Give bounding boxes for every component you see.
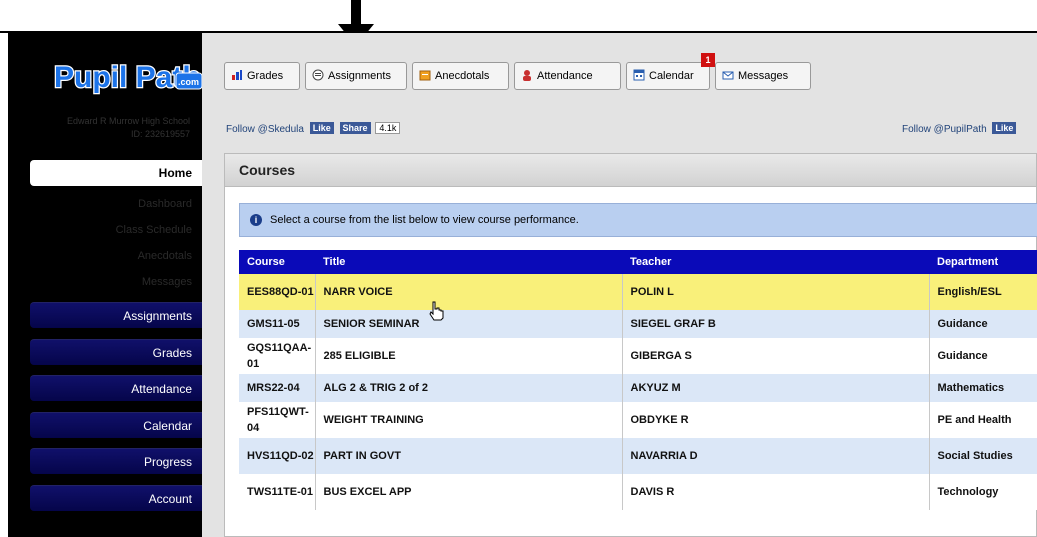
sidebar-dashboard[interactable]: Dashboard [138,198,192,210]
col-teacher[interactable]: Teacher [622,250,929,274]
course-title: SENIOR SEMINAR [315,310,623,338]
info-text: Select a course from the list below to v… [270,214,579,226]
course-code: TWS11TE-01 [239,474,316,510]
sidebar-anecdotals[interactable]: Anecdotals [138,250,192,262]
courses-table: Course Title Teacher Department EES88QD-… [239,250,1037,510]
course-teacher: GIBERGA S [622,338,930,374]
course-teacher: AKYUZ M [622,374,930,402]
sidebar-grades-button[interactable]: Grades [30,339,202,365]
table-row[interactable]: TWS11TE-01 BUS EXCEL APP DAVIS R Technol… [239,474,1037,510]
main-panel: Grades Assignments Anecdotals Attendance… [202,33,1037,537]
course-title: WEIGHT TRAINING [315,402,623,438]
tab-anecdotals-label: Anecdotals [435,70,490,82]
tab-calendar-label: Calendar [649,70,694,82]
course-code: MRS22-04 [239,374,316,402]
course-title: BUS EXCEL APP [315,474,623,510]
sidebar-account-button[interactable]: Account [30,485,202,511]
course-teacher: NAVARRIA D [622,438,930,474]
course-teacher: SIEGEL GRAF B [622,310,930,338]
sidebar-class-schedule[interactable]: Class Schedule [116,224,192,236]
course-code: EES88QD-01 [239,274,316,310]
course-code: HVS11QD-02 [239,438,316,474]
bar-chart-icon [232,70,242,80]
course-title: PART IN GOVT [315,438,623,474]
info-icon: i [250,214,262,226]
share-count: 4.1k [375,122,401,134]
table-row[interactable]: MRS22-04 ALG 2 & TRIG 2 of 2 AKYUZ M Mat… [239,374,1037,402]
col-title[interactable]: Title [315,250,622,274]
sidebar-messages[interactable]: Messages [142,276,192,288]
school-name: Edward R Murrow High School [66,116,190,126]
courses-title: Courses [225,154,1036,187]
table-row[interactable]: GQS11QAA-01 285 ELIGIBLE GIBERGA S Guida… [239,338,1037,374]
messages-badge: 1 [701,53,715,67]
course-code: GMS11-05 [239,310,316,338]
course-department: Social Studies [929,438,1037,474]
course-title: ALG 2 & TRIG 2 of 2 [315,374,623,402]
facebook-like-button-right[interactable]: Like [992,122,1017,134]
logo-suffix: .com [178,77,199,87]
note-icon [419,70,431,81]
envelope-icon [722,71,734,80]
info-banner: i Select a course from the list below to… [239,203,1037,237]
course-department: Mathematics [929,374,1037,402]
tab-attendance-label: Attendance [537,70,593,82]
social-left: Follow @Skedula Like Share 4.1k [226,122,401,135]
sidebar: Pupil Path .com Edward R Murrow High Sch… [8,33,204,537]
hand-cursor-icon [429,301,444,321]
course-department: Guidance [929,310,1037,338]
like-label-right: Like [995,123,1014,133]
table-row[interactable]: HVS11QD-02 PART IN GOVT NAVARRIA D Socia… [239,438,1037,474]
tab-attendance[interactable]: Attendance [514,62,621,90]
like-label: Like [312,123,331,133]
course-department: PE and Health [929,402,1037,438]
courses-panel: Courses i Select a course from the list … [224,153,1037,537]
facebook-share-button[interactable]: Share [339,122,371,134]
follow-pupilpath-link[interactable]: Follow @PupilPath [902,124,987,135]
school-info: Edward R Murrow High School ID: 23261955… [67,115,190,141]
table-row[interactable]: GMS11-05 SENIOR SEMINAR SIEGEL GRAF B Gu… [239,310,1037,338]
sidebar-assignments-button[interactable]: Assignments [30,302,202,328]
tab-messages-label: Messages [738,70,789,82]
sidebar-home[interactable]: Home [30,160,202,186]
sidebar-calendar-button[interactable]: Calendar [30,412,202,438]
assignment-icon [312,69,324,81]
course-title: NARR VOICE [315,274,623,310]
col-course[interactable]: Course [239,250,315,274]
follow-skedula-link[interactable]: Follow @Skedula [226,124,304,135]
sidebar-progress-button[interactable]: Progress [30,448,202,474]
course-code: GQS11QAA-01 [239,338,316,374]
course-teacher: POLIN L [622,274,930,310]
person-icon [523,70,531,81]
course-department: Technology [929,474,1037,510]
pupilpath-logo[interactable]: Pupil Path .com [52,55,204,97]
course-department: English/ESL [929,274,1037,310]
course-code: PFS11QWT-04 [239,402,316,438]
facebook-like-button[interactable]: Like [309,122,334,134]
course-title: 285 ELIGIBLE [315,338,623,374]
tab-calendar[interactable]: Calendar [626,62,710,90]
tab-assignments[interactable]: Assignments [305,62,407,90]
student-id: ID: 232619557 [130,129,190,139]
calendar-icon [633,69,645,81]
tab-assignments-label: Assignments [328,70,391,82]
table-row[interactable]: PFS11QWT-04 WEIGHT TRAINING OBDYKE R PE … [239,402,1037,438]
course-department: Guidance [929,338,1037,374]
course-teacher: OBDYKE R [622,402,930,438]
sidebar-attendance-button[interactable]: Attendance [30,375,202,401]
course-teacher: DAVIS R [622,474,930,510]
tab-anecdotals[interactable]: Anecdotals [412,62,509,90]
tab-grades-label: Grades [247,70,284,82]
tab-messages[interactable]: Messages [715,62,811,90]
social-right: Follow @PupilPath Like [902,122,1017,135]
tab-grades[interactable]: Grades [224,62,300,90]
tab-bar: Grades Assignments Anecdotals Attendance… [224,53,1037,90]
col-department[interactable]: Department [929,250,1037,274]
table-row[interactable]: EES88QD-01 NARR VOICE POLIN L English/ES… [239,274,1037,310]
